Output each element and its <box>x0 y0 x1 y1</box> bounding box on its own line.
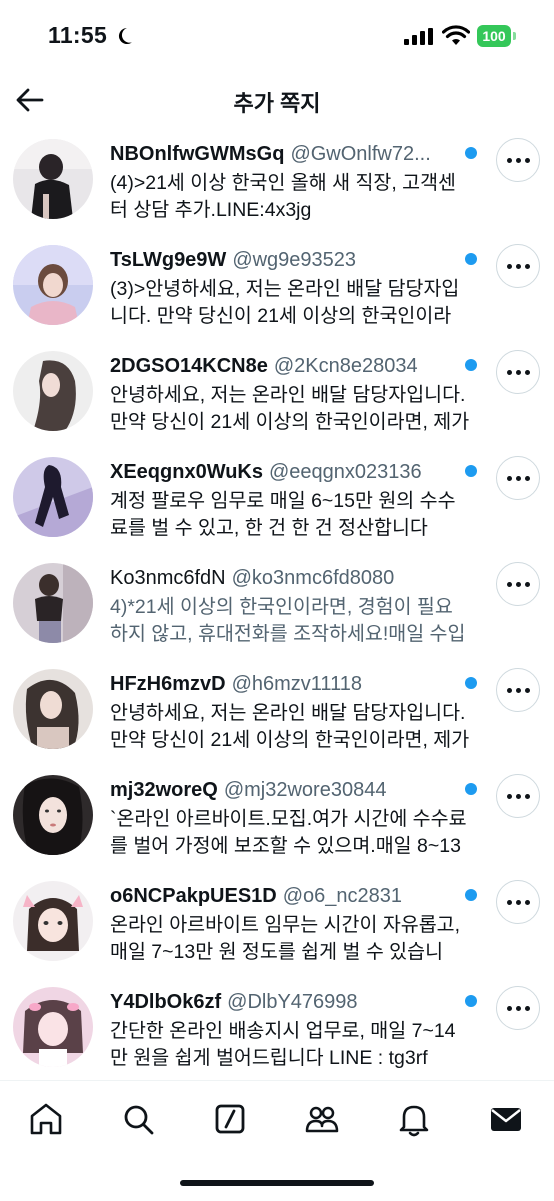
page-title: 추가 쪽지 <box>233 91 321 116</box>
home-indicator <box>180 1180 374 1186</box>
conversation-row[interactable]: TsLWg9e9W @wg9e93523 (3)>안녕하세요, 저는 온라인 배달… <box>0 236 554 342</box>
message-request-list: NBOnlfwGWMsGq @GwOnlfw72... (4)>21세 이상 한국… <box>0 130 554 1084</box>
battery-level: 100 <box>477 25 511 47</box>
conversation-row[interactable]: Y4DlbOk6zf @DlbY476998 간단한 온라인 배송지시 업무로, … <box>0 978 554 1084</box>
tab-messages[interactable] <box>486 1099 526 1139</box>
sender-name: 2DGSO14KCN8e <box>110 355 268 377</box>
message-preview: 안녕하세요, 저는 온라인 배달 담당자입니다. 만약 당신이 21세 이상의 … <box>110 384 470 433</box>
status-bar: 11:55 100 <box>0 0 554 72</box>
notifications-icon <box>399 1105 429 1137</box>
home-icon <box>30 1103 62 1135</box>
conversation-row[interactable]: Ko3nmc6fdN @ko3nmc6fd8080 4)*21세 이상의 한국인이… <box>0 554 554 660</box>
more-options-button[interactable] <box>496 350 540 394</box>
more-options-button[interactable] <box>496 986 540 1030</box>
unread-dot <box>465 783 477 795</box>
sender-handle: @GwOnlfw72... <box>290 143 431 165</box>
tab-communities[interactable] <box>302 1099 342 1139</box>
avatar[interactable] <box>13 987 93 1067</box>
message-preview: 온라인 아르바이트 임무는 시간이 자유롭고, 매일 7~13만 원 정도를 쉽… <box>110 914 461 963</box>
search-icon <box>124 1105 154 1135</box>
conversation-row[interactable]: NBOnlfwGWMsGq @GwOnlfw72... (4)>21세 이상 한국… <box>0 130 554 236</box>
sender-name: Y4DlbOk6zf <box>110 991 222 1013</box>
tab-home[interactable] <box>26 1099 66 1139</box>
sender-handle: @DlbY476998 <box>227 991 358 1013</box>
message-preview: 안녕하세요, 저는 온라인 배달 담당자입니다. 만약 당신이 21세 이상의 … <box>110 702 470 751</box>
conversation-row[interactable]: 2DGSO14KCN8e @2Kcn8e28034 안녕하세요, 저는 온라인 배… <box>0 342 554 448</box>
sender-name: TsLWg9e9W <box>110 249 227 271</box>
unread-dot <box>465 889 477 901</box>
avatar[interactable] <box>13 351 93 431</box>
avatar[interactable] <box>13 245 93 325</box>
unread-dot <box>465 995 477 1007</box>
message-preview: (3)>안녕하세요, 저는 온라인 배달 담당자입니다. 만약 당신이 21세 … <box>110 278 460 327</box>
more-options-button[interactable] <box>496 138 540 182</box>
more-options-button[interactable] <box>496 668 540 712</box>
cellular-signal-icon <box>404 28 433 45</box>
message-preview: 간단한 온라인 배송지시 업무로, 매일 7~14만 원을 쉽게 벌어드립니다 … <box>110 1020 456 1069</box>
sender-name: Ko3nmc6fdN <box>110 567 226 589</box>
message-preview: 계정 팔로우 임무로 매일 6~15만 원의 수수료를 벌 수 있고, 한 건 … <box>110 490 456 539</box>
sender-name: mj32woreQ <box>110 779 218 801</box>
message-preview: `온라인 아르바이트.모집.여가 시간에 수수료를 벌어 가정에 보조할 수 있… <box>110 808 467 857</box>
conversation-row[interactable]: XEeqgnx0WuKs @eeqgnx023136 계정 팔로우 임무로 매일 … <box>0 448 554 554</box>
unread-dot <box>465 677 477 689</box>
avatar[interactable] <box>13 669 93 749</box>
unread-dot <box>465 359 477 371</box>
conversation-row[interactable]: HFzH6mzvD @h6mzv11118 안녕하세요, 저는 온라인 배달 담당… <box>0 660 554 766</box>
avatar[interactable] <box>13 457 93 537</box>
communities-icon <box>305 1106 339 1133</box>
avatar[interactable] <box>13 881 93 961</box>
sender-name: NBOnlfwGWMsGq <box>110 143 285 165</box>
battery-icon: 100 <box>477 25 517 47</box>
unread-dot <box>465 253 477 265</box>
avatar[interactable] <box>13 775 93 855</box>
sender-handle: @mj32wore30844 <box>223 779 387 801</box>
tab-notifications[interactable] <box>394 1099 434 1139</box>
more-options-button[interactable] <box>496 774 540 818</box>
grok-icon <box>215 1104 245 1134</box>
conversation-row[interactable]: mj32woreQ @mj32wore30844 `온라인 아르바이트.모집.여가… <box>0 766 554 872</box>
more-options-button[interactable] <box>496 244 540 288</box>
moon-icon <box>118 27 132 44</box>
sender-name: o6NCPakpUES1D <box>110 885 277 907</box>
conversation-row[interactable]: o6NCPakpUES1D @o6_nc2831 온라인 아르바이트 임무는 시간… <box>0 872 554 978</box>
unread-dot <box>465 147 477 159</box>
sender-handle: @ko3nmc6fd8080 <box>231 567 395 589</box>
wifi-icon <box>442 25 470 45</box>
sender-handle: @2Kcn8e28034 <box>273 355 418 377</box>
header: 추가 쪽지 <box>0 72 554 128</box>
more-options-button[interactable] <box>496 880 540 924</box>
more-options-button[interactable] <box>496 456 540 500</box>
tab-search[interactable] <box>118 1099 158 1139</box>
avatar[interactable] <box>13 139 93 219</box>
status-time: 11:55 <box>48 22 108 48</box>
sender-name: HFzH6mzvD <box>110 673 226 695</box>
sender-handle: @h6mzv11118 <box>231 673 362 695</box>
message-preview: (4)>21세 이상 한국인 올해 새 직장, 고객센터 상담 추가.LINE:… <box>110 172 456 221</box>
sender-handle: @eeqgnx023136 <box>269 461 422 483</box>
avatar[interactable] <box>13 563 93 643</box>
message-preview: 4)*21세 이상의 한국인이라면, 경험이 필요하지 않고, 휴대전화를 조작… <box>110 596 466 645</box>
messages-icon <box>491 1108 521 1131</box>
sender-name: XEeqgnx0WuKs <box>110 461 263 483</box>
unread-dot <box>465 465 477 477</box>
sender-handle: @wg9e93523 <box>232 249 357 271</box>
more-options-button[interactable] <box>496 562 540 606</box>
sender-handle: @o6_nc2831 <box>282 885 403 907</box>
tab-grok[interactable] <box>210 1099 250 1139</box>
